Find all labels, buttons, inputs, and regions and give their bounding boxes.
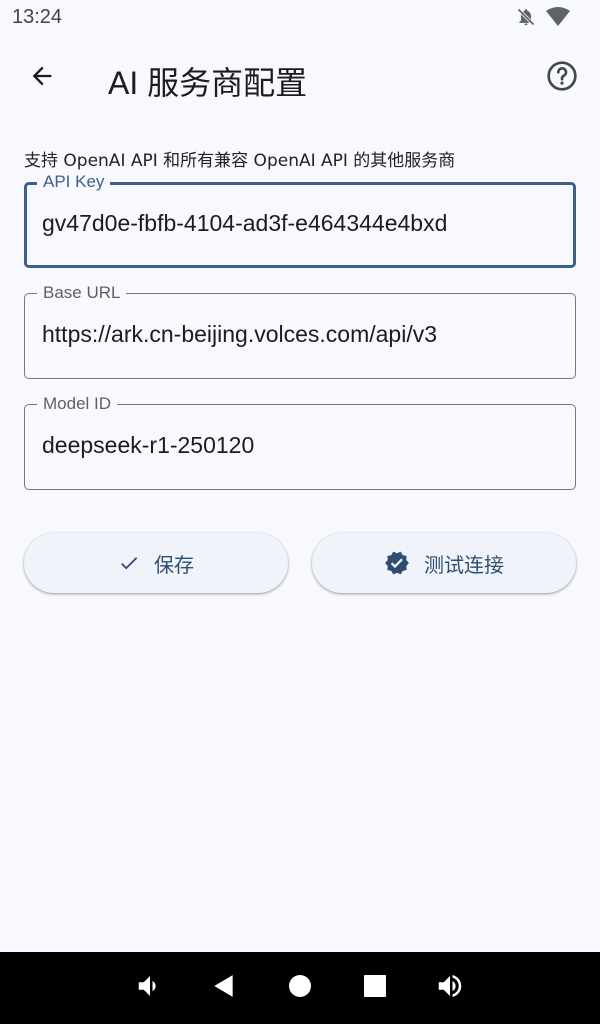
volume-down-icon	[135, 971, 165, 1005]
notifications-off-icon	[516, 7, 536, 31]
help-circle-icon	[546, 60, 578, 96]
volume-up-button[interactable]	[434, 972, 466, 1004]
help-button[interactable]	[544, 60, 580, 96]
volume-up-icon	[435, 971, 465, 1005]
test-connection-label: 测试连接	[424, 552, 504, 577]
check-icon	[118, 552, 140, 574]
api-key-field[interactable]: API Key gv47d0e-fbfb-4104-ad3f-e464344e4…	[24, 170, 576, 268]
wifi-icon	[546, 7, 570, 31]
base-url-label: Base URL	[37, 281, 127, 305]
home-circle-icon	[288, 974, 312, 1002]
model-id-label: Model ID	[37, 392, 118, 416]
model-id-input[interactable]: deepseek-r1-250120	[42, 432, 254, 459]
status-time: 13:24	[12, 6, 63, 28]
system-nav-bar	[0, 952, 600, 1024]
nav-back-button[interactable]	[208, 972, 240, 1004]
screen: 13:24 AI 服务商配置 支持 OpenAI API 和所有兼容 OpenA…	[0, 0, 600, 1024]
save-button-label: 保存	[154, 552, 194, 577]
status-icons	[516, 7, 570, 31]
nav-home-button[interactable]	[284, 972, 316, 1004]
volume-down-button[interactable]	[134, 972, 166, 1004]
save-button[interactable]: 保存	[24, 533, 288, 593]
page-title: AI 服务商配置	[108, 65, 308, 101]
nav-recents-button[interactable]	[359, 972, 391, 1004]
model-id-field[interactable]: Model ID deepseek-r1-250120	[24, 392, 576, 490]
back-triangle-icon	[211, 973, 237, 1003]
form-description: 支持 OpenAI API 和所有兼容 OpenAI API 的其他服务商	[24, 151, 456, 171]
api-key-label: API Key	[37, 170, 111, 194]
base-url-input[interactable]: https://ark.cn-beijing.volces.com/api/v3	[42, 321, 437, 348]
arrow-back-icon	[28, 62, 56, 94]
recents-square-icon	[363, 974, 387, 1002]
status-bar: 13:24	[0, 0, 600, 36]
test-connection-button[interactable]: 测试连接	[312, 533, 576, 593]
verified-icon	[384, 550, 410, 576]
app-bar: AI 服务商配置	[0, 44, 600, 116]
api-key-input[interactable]: gv47d0e-fbfb-4104-ad3f-e464344e4bxd	[42, 210, 447, 237]
back-button[interactable]	[24, 60, 60, 96]
base-url-field[interactable]: Base URL https://ark.cn-beijing.volces.c…	[24, 281, 576, 379]
